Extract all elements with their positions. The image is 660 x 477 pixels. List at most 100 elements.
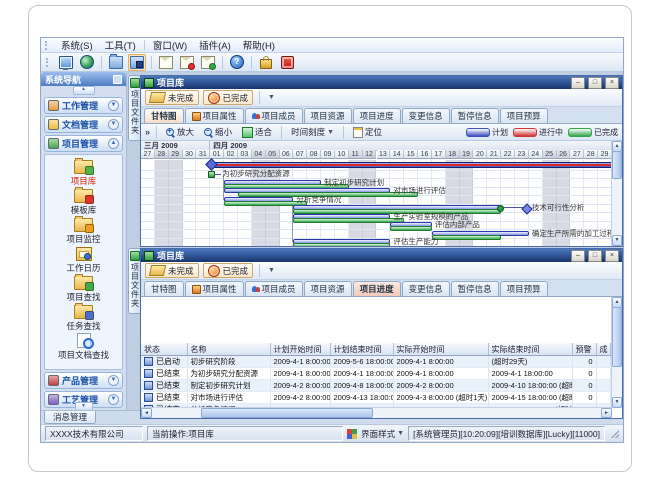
computer-button[interactable]	[57, 54, 75, 71]
mail-delete-button[interactable]	[178, 54, 196, 71]
scroll-down-arrow[interactable]: ▼	[612, 397, 622, 408]
tab-项目进度[interactable]: 项目进度	[353, 108, 401, 123]
table-vertical-scrollbar[interactable]: ▲ ▼	[611, 297, 622, 408]
scroll-thumb[interactable]	[201, 408, 373, 418]
tab-项目资源[interactable]: 项目资源	[304, 281, 352, 296]
tab-项目预算[interactable]: 项目预算	[500, 108, 548, 123]
folder-button[interactable]	[107, 54, 125, 71]
toolbar-overflow-chevron[interactable]: ▼	[268, 94, 275, 101]
sidebar-group-工作管理[interactable]: 工作管理▼	[44, 97, 123, 114]
locate-button[interactable]: 定位	[350, 125, 385, 139]
table-row[interactable]: 已结束制定初步研究计划2009-4-2 8:00:002009-4-8 18:0…	[141, 380, 610, 392]
tab-项目预算[interactable]: 项目预算	[500, 281, 548, 296]
sidebar-collapse-button[interactable]: ▲	[73, 86, 95, 95]
resize-grip[interactable]	[611, 430, 619, 438]
day-cell-17: 17	[432, 150, 446, 159]
column-header-成[interactable]: 成	[596, 343, 610, 356]
pin-icon[interactable]	[113, 75, 122, 84]
column-header-实际开始时间[interactable]: 实际开始时间	[393, 343, 488, 356]
scroll-thumb[interactable]	[612, 151, 622, 179]
message-management-tab[interactable]: 消息管理	[44, 411, 96, 424]
gantt-vertical-scrollbar[interactable]: ▲ ▼	[611, 141, 622, 246]
mail-new-button[interactable]	[199, 54, 217, 71]
chevron-down-icon[interactable]: ▼	[108, 119, 119, 130]
timescale-button[interactable]: 时间刻度▼	[288, 125, 337, 139]
close-button[interactable]	[605, 77, 619, 89]
toolbar-overflow-chevron[interactable]: ▼	[268, 267, 275, 274]
zoom-in-button[interactable]: +放大	[163, 125, 197, 139]
filter-label: 未完成	[168, 265, 194, 277]
tab-变更信息[interactable]: 变更信息	[402, 281, 450, 296]
tab-项目资源[interactable]: 项目资源	[304, 108, 352, 123]
window-icon	[144, 78, 154, 88]
interface-style-dropdown[interactable]: 界面样式▼	[361, 428, 404, 440]
tab-项目属性[interactable]: 项目属性	[185, 108, 244, 123]
sidebar-item-项目文档查找[interactable]: 项目文档查找	[45, 332, 122, 361]
column-header-计划开始时间[interactable]: 计划开始时间	[270, 343, 330, 356]
column-header-预警[interactable]: 预警	[572, 343, 596, 356]
actual-start-cell: 2009-4-1 8:00:00	[393, 356, 488, 368]
column-header-实际结束时间[interactable]: 实际结束时间	[488, 343, 572, 356]
menu-item-3[interactable]: 窗口(W)	[147, 37, 193, 53]
tab-项目成员[interactable]: 项目成员	[245, 108, 303, 123]
tab-项目属性[interactable]: 项目属性	[185, 281, 244, 296]
chevron-down-icon[interactable]: ▼	[108, 375, 119, 386]
filter-button-已完成[interactable]: 已完成	[203, 263, 254, 278]
sidebar-item-项目库[interactable]: 项目库	[45, 158, 122, 187]
tab-项目成员[interactable]: 项目成员	[245, 281, 303, 296]
exit-button[interactable]	[278, 54, 296, 71]
chevron-down-icon[interactable]: ▼	[108, 100, 119, 111]
scroll-thumb[interactable]	[612, 307, 622, 367]
sidebar-item-项目监控[interactable]: 项目监控	[45, 216, 122, 245]
minimize-button[interactable]	[571, 250, 585, 262]
table-row[interactable]: 已结束为初步研究分配资源2009-4-1 8:00:002009-4-1 18:…	[141, 368, 610, 380]
table-row[interactable]: 已结束对市场进行评估2009-4-2 8:00:002009-4-13 18:0…	[141, 392, 610, 404]
sidebar-item-项目查找[interactable]: 项目查找	[45, 274, 122, 303]
globe-button[interactable]	[78, 54, 96, 71]
menu-item-5[interactable]: 帮助(H)	[237, 37, 281, 53]
tab-甘特图[interactable]: 甘特图	[144, 281, 184, 296]
close-button[interactable]	[605, 250, 619, 262]
sidebar-group-产品管理[interactable]: 产品管理▼	[44, 372, 123, 389]
tab-变更信息[interactable]: 变更信息	[402, 108, 450, 123]
sidebar-item-任务查找[interactable]: 任务查找	[45, 303, 122, 332]
filter-button-未完成[interactable]: 未完成	[145, 90, 199, 105]
scroll-left-arrow[interactable]: ◄	[141, 408, 152, 418]
column-header-名称[interactable]: 名称	[187, 343, 270, 356]
table-horizontal-scrollbar[interactable]: ◄ ►	[141, 407, 612, 418]
lock-button[interactable]	[257, 54, 275, 71]
tab-甘特图[interactable]: 甘特图	[144, 108, 184, 123]
scroll-right-arrow[interactable]: ►	[601, 408, 612, 418]
column-header-状态[interactable]: 状态	[141, 343, 187, 356]
chevrons-icon[interactable]: »	[145, 127, 150, 137]
zoom-out-button[interactable]: −缩小	[201, 125, 235, 139]
save-button[interactable]	[128, 54, 146, 71]
actual-bar-评估生产能力[interactable]	[293, 243, 390, 246]
mail-button[interactable]	[157, 54, 175, 71]
menu-item-4[interactable]: 插件(A)	[193, 37, 237, 53]
actual-bar-确定生产所需的加工过程[interactable]	[432, 235, 501, 240]
filter-button-未完成[interactable]: 未完成	[145, 263, 199, 278]
sidebar-item-工作日历[interactable]: 工作日历	[45, 245, 122, 274]
tab-暂停信息[interactable]: 暂停信息	[451, 281, 499, 296]
tab-暂停信息[interactable]: 暂停信息	[451, 108, 499, 123]
table-row[interactable]: 已启动初步研究阶段2009-4-1 8:00:002009-5-6 18:00:…	[141, 356, 610, 368]
chevron-up-icon[interactable]: ▲	[108, 138, 119, 149]
maximize-button[interactable]	[588, 77, 602, 89]
sidebar-item-模板库[interactable]: 模板库	[45, 187, 122, 216]
column-header-计划结束时间[interactable]: 计划结束时间	[330, 343, 393, 356]
menu-item-1[interactable]: 系统(S)	[55, 37, 99, 53]
maximize-button[interactable]	[588, 250, 602, 262]
sidebar-group-项目管理[interactable]: 项目管理▲	[44, 135, 123, 152]
actual-bar-评估内部产品[interactable]	[390, 226, 432, 231]
filter-button-已完成[interactable]: 已完成	[203, 90, 254, 105]
tab-项目进度[interactable]: 项目进度	[353, 281, 401, 296]
menu-item-2[interactable]: 工具(T)	[99, 37, 142, 53]
help-button[interactable]	[228, 54, 246, 71]
actual-bar-生产实验室规模的产品[interactable]	[293, 218, 404, 223]
scroll-down-arrow[interactable]: ▼	[612, 235, 622, 246]
fit-button[interactable]: 适合	[239, 125, 275, 139]
gantt-window: 项目库 未完成已完成 ▼ 甘特图项目属性项目成员项目资源项目进度变更信息暂停信息…	[140, 75, 623, 247]
minimize-button[interactable]	[571, 77, 585, 89]
sidebar-group-文档管理[interactable]: 文档管理▼	[44, 116, 123, 133]
